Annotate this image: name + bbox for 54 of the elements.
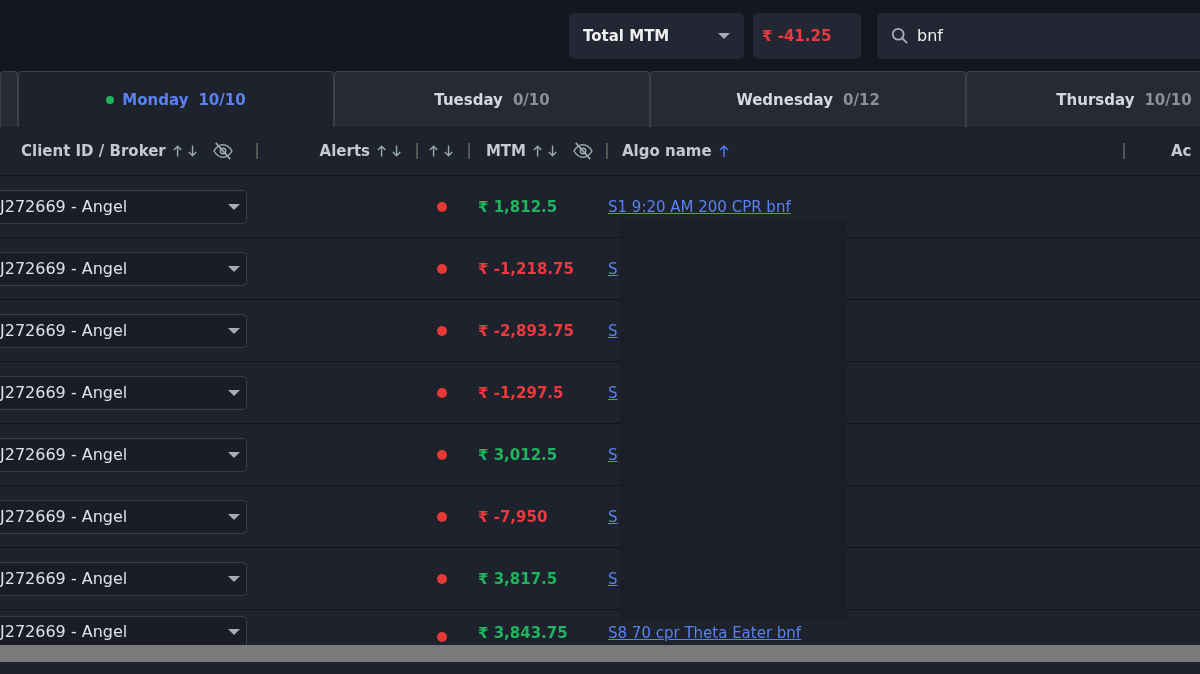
column-header: MTM — [485, 142, 526, 160]
sort-arrows-icon[interactable] — [376, 144, 404, 158]
sort-up-icon[interactable] — [717, 144, 730, 158]
hidden-eye-icon[interactable] — [211, 142, 234, 160]
day-tab[interactable]: Wednesday 0/12 — [650, 71, 966, 127]
search-field[interactable]: bnf — [877, 12, 1200, 59]
algo-link[interactable]: S — [608, 507, 618, 526]
caret-icon — [228, 327, 240, 334]
column-header: Ac — [1171, 142, 1192, 160]
column-header: Alerts — [319, 142, 370, 160]
day-tab[interactable]: Monday 10/10 — [18, 71, 334, 127]
algo-link[interactable]: S — [608, 445, 618, 464]
day-tab[interactable]: Thursday 10/10 — [966, 71, 1200, 127]
caret-icon — [228, 451, 240, 458]
client-select[interactable]: J272669 - Angel — [0, 189, 247, 224]
sort-arrows-icon[interactable] — [532, 144, 560, 158]
mtm-value: ₹ 3,843.75 — [477, 624, 568, 642]
caret-icon — [228, 628, 240, 635]
caret-icon — [228, 203, 240, 210]
column-header: Algo name — [622, 142, 712, 160]
mtm-value: ₹ -1,218.75 — [477, 259, 574, 278]
day-tab[interactable]: Tuesday 0/10 — [334, 71, 650, 127]
client-select[interactable]: J272669 - Angel — [0, 437, 247, 472]
metric-select[interactable]: Total MTM — [569, 12, 744, 59]
sort-arrows-icon[interactable] — [171, 144, 200, 158]
algo-link[interactable]: S — [608, 321, 618, 340]
caret-icon — [228, 389, 240, 396]
client-select[interactable]: J272669 - Angel — [0, 251, 247, 286]
mtm-value: ₹ 3,817.5 — [477, 569, 558, 588]
mtm-value: ₹ -7,950 — [477, 507, 548, 526]
mtm-value: ₹ -2,893.75 — [477, 321, 574, 340]
search-icon — [891, 26, 909, 45]
caret-icon — [718, 32, 730, 39]
horizontal-scrollbar[interactable] — [0, 645, 1200, 662]
client-select[interactable]: J272669 - Angel — [0, 313, 247, 348]
total-mtm-value: ₹ -41.25 — [753, 12, 861, 59]
column-header: Client ID / Broker — [21, 142, 166, 160]
hidden-eye-icon[interactable] — [572, 142, 594, 160]
client-select[interactable]: J272669 - Angel — [0, 375, 247, 410]
mtm-value: ₹ -1,297.5 — [477, 383, 564, 402]
client-select[interactable]: J272669 - Angel — [0, 561, 247, 596]
client-select[interactable]: J272669 - Angel — [0, 616, 247, 645]
mtm-value: ₹ 1,812.5 — [477, 197, 558, 216]
caret-icon — [228, 265, 240, 272]
algo-link[interactable]: S — [608, 383, 618, 402]
algo-link[interactable]: S8 70 cpr Theta Eater bnf — [608, 624, 802, 642]
sort-arrows-icon[interactable] — [428, 144, 456, 158]
client-select[interactable]: J272669 - Angel — [0, 499, 247, 534]
algo-link[interactable]: S — [608, 259, 618, 278]
algo-link[interactable]: S — [608, 569, 618, 588]
caret-icon — [228, 513, 240, 520]
caret-icon — [228, 575, 240, 582]
algo-link[interactable]: S1 9:20 AM 200 CPR bnf — [608, 197, 791, 216]
mtm-value: ₹ 3,012.5 — [477, 445, 558, 464]
